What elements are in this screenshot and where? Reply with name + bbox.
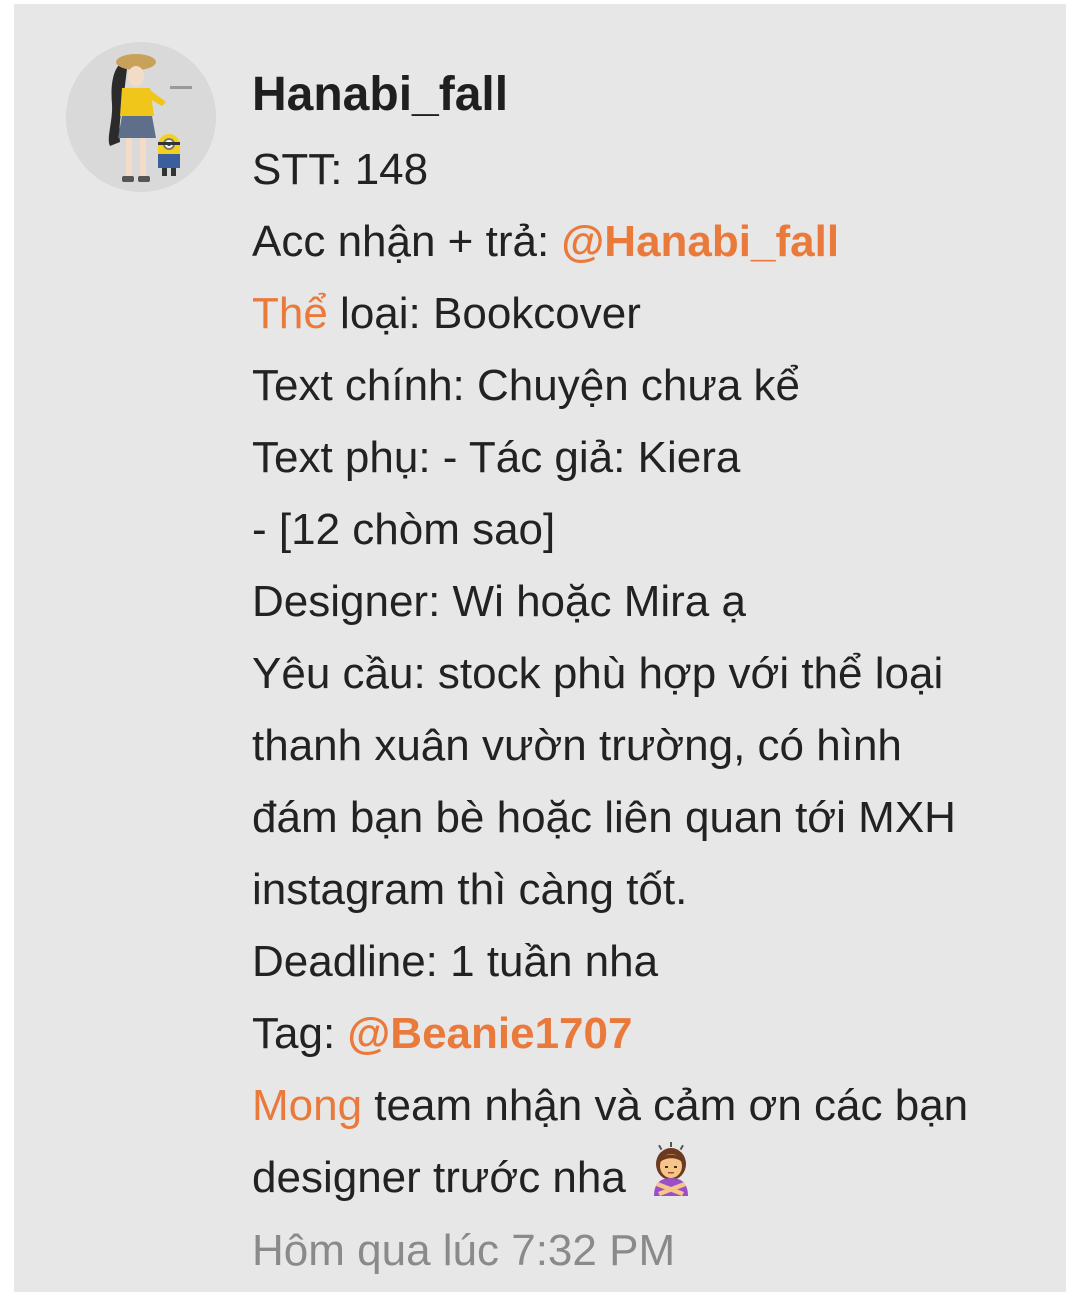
designer-line: Designer: Wi hoặc Mira ạ bbox=[252, 577, 746, 626]
tag-line: Tag: @Beanie1707 bbox=[252, 998, 1052, 1070]
avatar[interactable] bbox=[66, 42, 216, 192]
request-line-2: thanh xuân vườn trường, có hình bbox=[252, 721, 902, 770]
closing-rest: team nhận và cảm ơn các bạn bbox=[362, 1081, 969, 1130]
acc-mention-link[interactable]: @Hanabi_fall bbox=[561, 217, 839, 266]
person-gesturing-no-emoji-icon bbox=[644, 1142, 698, 1218]
deadline-line: Deadline: 1 tuần nha bbox=[252, 937, 659, 986]
main-text-line: Text chính: Chuyện chưa kể bbox=[252, 361, 800, 410]
stt-line: STT: 148 bbox=[252, 134, 1052, 206]
genre-rest: loại: Bookcover bbox=[327, 289, 641, 338]
closing-highlight: Mong bbox=[252, 1081, 363, 1130]
tag-label: Tag: bbox=[252, 1009, 348, 1058]
closing-line-1: Mong team nhận và cảm ơn các bạn bbox=[252, 1070, 1052, 1142]
closing-text-2: designer trước nha bbox=[252, 1153, 626, 1202]
acc-label: Acc nhận + trả: bbox=[252, 217, 562, 266]
request-line-4: instagram thì càng tốt. bbox=[252, 865, 688, 914]
genre-line: Thể loại: Bookcover bbox=[252, 278, 1052, 350]
acc-line: Acc nhận + trả: @Hanabi_fall bbox=[252, 206, 1052, 278]
sub-text-line-2: - [12 chòm sao] bbox=[252, 505, 556, 554]
request-line-1: Yêu cầu: stock phù hợp với thể loại bbox=[252, 649, 944, 698]
tag-mention-link[interactable]: @Beanie1707 bbox=[347, 1009, 632, 1058]
username[interactable]: Hanabi_fall bbox=[252, 62, 1052, 128]
stt-value: 148 bbox=[354, 145, 429, 194]
sub-text-line-1: Text phụ: - Tác giả: Kiera bbox=[252, 433, 741, 482]
closing-line-2: designer trước nha bbox=[252, 1142, 1052, 1218]
anime-girl-avatar-icon bbox=[66, 42, 216, 192]
stt-label: STT: bbox=[252, 145, 355, 194]
message-body: Hanabi_fall STT: 148 Acc nhận + trả: @Ha… bbox=[252, 62, 1052, 1284]
request-line-3: đám bạn bè hoặc liên quan tới MXH bbox=[252, 793, 956, 842]
message-card: Hanabi_fall STT: 148 Acc nhận + trả: @Ha… bbox=[14, 4, 1066, 1292]
genre-highlight: Thể bbox=[252, 289, 328, 338]
message-timestamp: Hôm qua lúc 7:32 PM bbox=[252, 1226, 676, 1276]
